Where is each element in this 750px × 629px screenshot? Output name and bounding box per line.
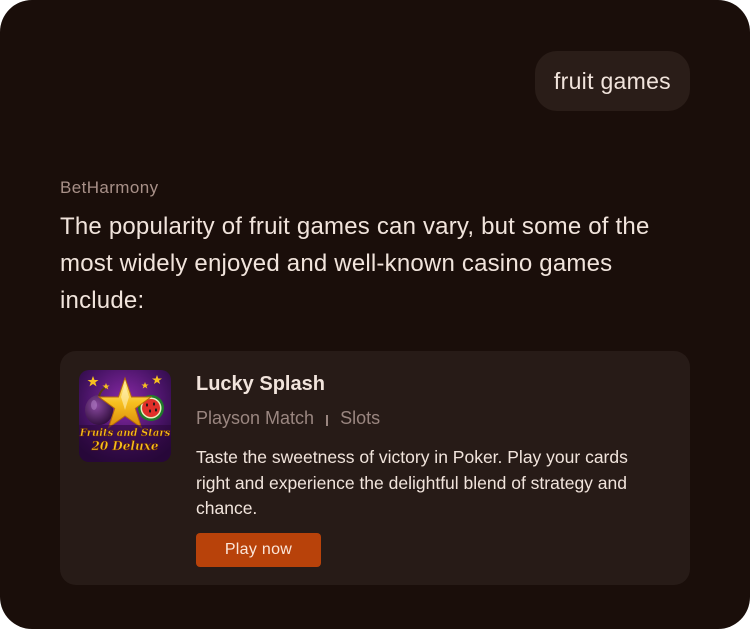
game-title[interactable]: Lucky Splash [196,373,325,396]
play-now-button[interactable]: Play now [196,533,321,567]
chat-panel: fruit games BetHarmony The popularity of… [0,0,750,629]
game-provider: Playson Match [196,408,315,428]
svg-text:20 Deluxe: 20 Deluxe [91,439,159,453]
user-message-text: fruit games [553,67,671,94]
fruits-and-stars-thumbnail-icon: Fruits and Stars 20 Deluxe [79,370,171,462]
game-meta: Playson Match Slots [196,408,380,429]
meta-separator [326,415,329,426]
game-description: Taste the sweetness of victory in Poker.… [196,447,628,518]
assistant-reply: The popularity of fruit games can vary, … [60,213,650,314]
user-message-bubble: fruit games [534,51,690,111]
assistant-name: BetHarmony [60,178,159,197]
game-thumbnail[interactable]: Fruits and Stars 20 Deluxe [79,370,171,462]
game-card: Fruits and Stars 20 Deluxe Lucky Splash … [60,351,690,585]
svg-text:Fruits and Stars: Fruits and Stars [79,428,171,439]
game-category: Slots [340,408,381,428]
